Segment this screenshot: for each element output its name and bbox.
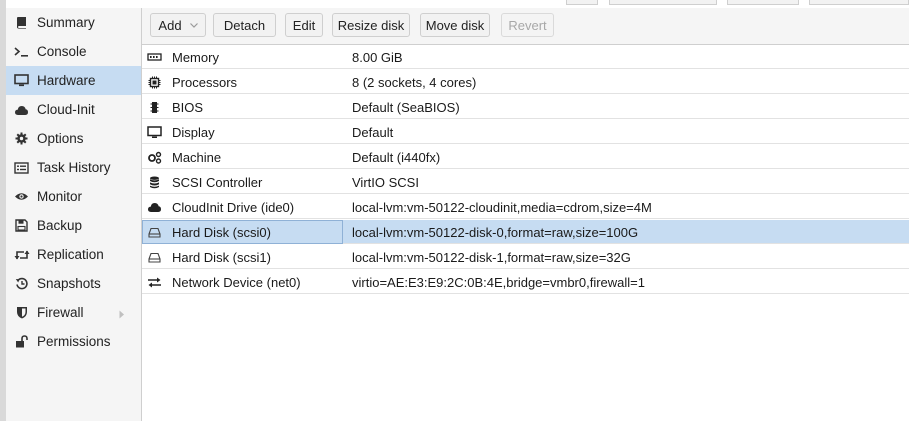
row-name: Machine	[172, 149, 222, 165]
history-icon	[6, 277, 37, 290]
detach-button[interactable]: Detach	[213, 13, 276, 37]
cloud-icon	[142, 201, 167, 213]
row-value: Default (i440fx)	[352, 149, 441, 165]
row-name: Network Device (net0)	[172, 274, 301, 290]
sidebar-item-snapshots[interactable]: Snapshots	[6, 269, 141, 298]
row-name: Processors	[172, 74, 238, 90]
eye-icon	[6, 191, 37, 202]
sidebar-item-console[interactable]: Console	[6, 37, 141, 66]
hardware-row-scsi-controller[interactable]: SCSI Controller VirtIO SCSI	[142, 170, 909, 194]
memory-icon	[142, 52, 167, 62]
sidebar-item-summary[interactable]: Summary	[6, 8, 141, 37]
add-button-label: Add	[158, 17, 182, 33]
hardware-row-processors[interactable]: Processors 8 (2 sockets, 4 cores)	[142, 70, 909, 94]
sidebar-item-task-history[interactable]: Task History	[6, 153, 141, 182]
list-icon	[6, 161, 37, 174]
cogs-icon	[142, 151, 167, 164]
hardware-row-cloudinit-drive[interactable]: CloudInit Drive (ide0) local-lvm:vm-5012…	[142, 195, 909, 219]
chip-icon	[142, 101, 167, 114]
hardware-row-display[interactable]: Display Default	[142, 120, 909, 144]
hardware-row-hard-disk-scsi1[interactable]: Hard Disk (scsi1) local-lvm:vm-50122-dis…	[142, 245, 909, 269]
hardware-row-network-device[interactable]: Network Device (net0) virtio=AE:E3:E9:2C…	[142, 270, 909, 294]
hdd-icon	[142, 252, 167, 263]
top-header-edge	[0, 0, 909, 7]
hardware-row-memory[interactable]: Memory 8.00 GiB	[142, 45, 909, 69]
edit-button[interactable]: Edit	[285, 13, 323, 37]
sidebar-item-label: Snapshots	[37, 276, 101, 291]
row-value: local-lvm:vm-50122-disk-0,format=raw,siz…	[352, 224, 639, 240]
row-value: Default (SeaBIOS)	[352, 99, 460, 115]
sidebar-item-hardware[interactable]: Hardware	[6, 66, 141, 95]
header-control[interactable]	[727, 0, 799, 5]
sidebar-item-label: Console	[37, 44, 87, 59]
toolbar: Add Detach Edit Resize disk Move disk Re…	[142, 8, 909, 45]
sidebar-item-label: Permissions	[37, 334, 111, 349]
row-value: virtio=AE:E3:E9:2C:0B:4E,bridge=vmbr0,fi…	[352, 274, 646, 290]
row-value: VirtIO SCSI	[352, 174, 419, 190]
chevron-down-icon	[189, 22, 198, 28]
row-name: Memory	[172, 49, 219, 65]
floppy-icon	[6, 219, 37, 232]
database-icon	[142, 176, 167, 189]
edit-button-label: Edit	[292, 17, 316, 33]
revert-button-label: Revert	[508, 17, 547, 33]
move-disk-button-label: Move disk	[425, 17, 485, 33]
cloud-icon	[6, 104, 37, 116]
cpu-icon	[142, 76, 167, 89]
row-value: local-lvm:vm-50122-disk-1,format=raw,siz…	[352, 249, 631, 265]
sidebar-item-label: Cloud-Init	[37, 102, 95, 117]
chevron-right-icon[interactable]	[119, 307, 125, 322]
header-control[interactable]	[609, 0, 717, 5]
unlock-icon	[6, 335, 37, 348]
desktop-icon	[6, 74, 37, 87]
hardware-panel: Add Detach Edit Resize disk Move disk Re…	[142, 8, 909, 421]
sidebar-item-backup[interactable]: Backup	[6, 211, 141, 240]
resize-disk-button-label: Resize disk	[337, 17, 405, 33]
row-name: Hard Disk (scsi0)	[172, 224, 271, 240]
exchange-icon	[142, 277, 167, 288]
hardware-row-hard-disk-scsi0[interactable]: Hard Disk (scsi0) local-lvm:vm-50122-dis…	[142, 220, 909, 244]
row-value: local-lvm:vm-50122-cloudinit,media=cdrom…	[352, 199, 652, 215]
sidebar-item-label: Hardware	[37, 73, 96, 88]
vm-sidebar: Summary Console Hardware Cloud-Init Opti	[6, 8, 142, 421]
row-name: Display	[172, 124, 215, 140]
move-disk-button[interactable]: Move disk	[420, 13, 490, 37]
row-name: CloudInit Drive (ide0)	[172, 199, 295, 215]
row-value: 8 (2 sockets, 4 cores)	[352, 74, 477, 90]
sidebar-item-options[interactable]: Options	[6, 124, 141, 153]
sidebar-item-label: Replication	[37, 247, 104, 262]
sidebar-item-label: Task History	[37, 160, 111, 175]
sidebar-item-monitor[interactable]: Monitor	[6, 182, 141, 211]
detach-button-label: Detach	[223, 17, 266, 33]
row-name: SCSI Controller	[172, 174, 263, 190]
sidebar-item-permissions[interactable]: Permissions	[6, 327, 141, 356]
retweet-icon	[6, 249, 37, 261]
gear-icon	[6, 132, 37, 145]
sidebar-item-replication[interactable]: Replication	[6, 240, 141, 269]
resize-disk-button[interactable]: Resize disk	[332, 13, 410, 37]
hardware-row-bios[interactable]: BIOS Default (SeaBIOS)	[142, 95, 909, 119]
hdd-icon	[142, 227, 167, 238]
row-name: BIOS	[172, 99, 204, 115]
sidebar-item-label: Monitor	[37, 189, 83, 204]
sidebar-item-label: Backup	[37, 218, 83, 233]
terminal-icon	[6, 45, 37, 58]
hardware-row-machine[interactable]: Machine Default (i440fx)	[142, 145, 909, 169]
sidebar-item-label: Summary	[37, 15, 95, 30]
header-control[interactable]	[566, 0, 598, 5]
sidebar-item-label: Firewall	[37, 305, 84, 320]
header-control[interactable]	[809, 0, 909, 5]
revert-button[interactable]: Revert	[501, 13, 554, 37]
monitor-icon	[142, 125, 167, 139]
row-value: 8.00 GiB	[352, 49, 403, 65]
book-icon	[6, 16, 37, 29]
add-button[interactable]: Add	[150, 13, 206, 37]
row-name: Hard Disk (scsi1)	[172, 249, 271, 265]
shield-icon	[6, 306, 37, 319]
sidebar-item-firewall[interactable]: Firewall	[6, 298, 141, 327]
proxmox-vm-panel: Summary Console Hardware Cloud-Init Opti	[0, 0, 909, 421]
sidebar-item-cloud-init[interactable]: Cloud-Init	[6, 95, 141, 124]
row-value: Default	[352, 124, 394, 140]
sidebar-item-label: Options	[37, 131, 84, 146]
